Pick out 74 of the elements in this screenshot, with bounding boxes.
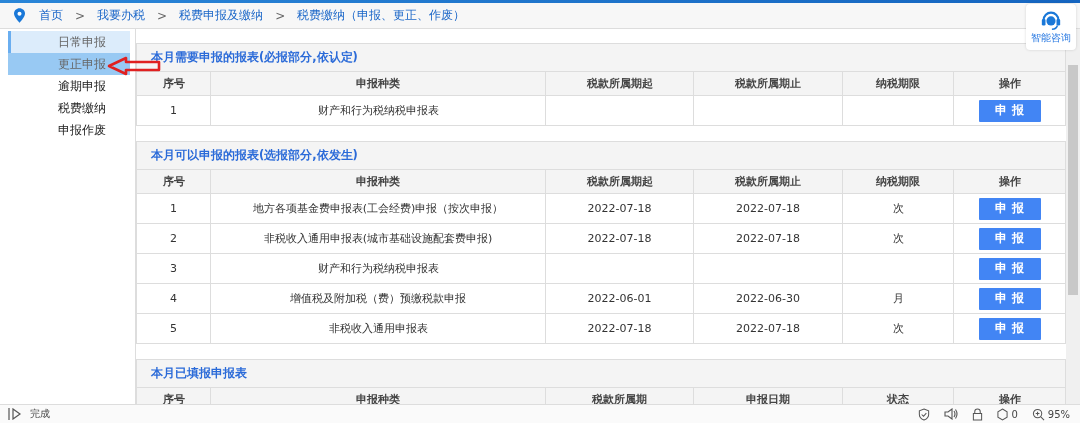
table-cell: 2022-07-18 — [587, 232, 652, 245]
declare-button[interactable]: 申 报 — [978, 287, 1041, 310]
table-cell: 增值税及附加税（费）预缴税款申报 — [290, 292, 466, 305]
column-header: 税款所属期起 — [545, 71, 694, 96]
sidebar-item[interactable]: 申报作废 — [8, 119, 130, 141]
table-cell: 非税收入通用申报表(城市基础设施配套费申报) — [263, 232, 493, 245]
breadcrumb-link[interactable]: 税费申报及缴纳 — [179, 7, 264, 24]
speaker-icon[interactable] — [944, 408, 959, 420]
breadcrumb-separator: > — [75, 8, 86, 23]
table-cell: 2022-07-18 — [736, 322, 800, 335]
declare-button[interactable]: 申 报 — [978, 257, 1041, 280]
counter-text: 0 — [1011, 408, 1018, 420]
column-header: 操作 — [953, 169, 1066, 194]
table-cell: 2022-07-18 — [736, 232, 800, 245]
table-cell: 月 — [892, 292, 904, 305]
column-header: 税款所属期止 — [693, 71, 843, 96]
zoom-level: 95% — [1047, 408, 1070, 420]
help-widget[interactable]: 智能咨询 — [1026, 4, 1076, 50]
declare-button[interactable]: 申 报 — [978, 227, 1041, 250]
play-icon[interactable] — [8, 408, 22, 420]
breadcrumb-link[interactable]: 我要办税 — [97, 7, 146, 24]
sidebar-item[interactable]: 日常申报 — [8, 31, 130, 53]
column-header: 纳税期限 — [842, 169, 954, 194]
column-header: 序号 — [136, 387, 211, 404]
badge-icon[interactable] — [997, 407, 1009, 421]
table-cell: 5 — [170, 322, 177, 335]
table-cell: 2022-06-01 — [587, 292, 652, 305]
column-header: 操作 — [953, 71, 1066, 96]
column-header: 税款所属期止 — [693, 169, 843, 194]
table-cell: 次 — [892, 232, 904, 245]
column-header: 申报种类 — [210, 387, 546, 404]
breadcrumb-separator: > — [275, 8, 286, 23]
status-text: 完成 — [30, 407, 50, 421]
section-title: 本月可以申报的报表(选报部分,依发生) — [136, 141, 1066, 169]
column-header: 序号 — [136, 71, 211, 96]
breadcrumb-link[interactable]: 税费缴纳（申报、更正、作废） — [297, 7, 466, 24]
table-cell: 2022-06-30 — [736, 292, 800, 305]
table-cell: 3 — [170, 262, 177, 275]
table-cell: 次 — [892, 202, 904, 215]
table-cell: 1 — [170, 202, 177, 215]
headset-icon — [1040, 9, 1062, 31]
sidebar-item[interactable]: 更正申报 — [8, 53, 130, 75]
column-header: 税款所属期起 — [545, 169, 694, 194]
column-header: 申报种类 — [210, 71, 546, 96]
table-cell: 财产和行为税纳税申报表 — [317, 262, 439, 275]
sidebar-item[interactable]: 逾期申报 — [8, 75, 130, 97]
section-title: 本月已填报申报表 — [136, 359, 1066, 387]
breadcrumb-link[interactable]: 首页 — [39, 7, 63, 24]
declare-button[interactable]: 申 报 — [978, 317, 1041, 340]
table-cell: 财产和行为税纳税申报表 — [317, 104, 439, 117]
shield-icon[interactable] — [918, 407, 931, 421]
sidebar-item[interactable]: 税费缴纳 — [8, 97, 130, 119]
location-pin-icon — [14, 8, 25, 23]
column-header: 税款所属期 — [545, 387, 694, 404]
table-cell: 4 — [170, 292, 177, 305]
column-header: 操作 — [953, 387, 1066, 404]
lock-icon[interactable] — [972, 407, 984, 421]
declare-button[interactable]: 申 报 — [978, 99, 1041, 122]
table-cell: 非税收入通用申报表 — [328, 322, 428, 335]
column-header: 申报种类 — [210, 169, 546, 194]
column-header: 纳税期限 — [842, 71, 954, 96]
table-cell: 2022-07-18 — [736, 202, 800, 215]
table-cell: 2022-07-18 — [587, 322, 652, 335]
declare-button[interactable]: 申 报 — [978, 197, 1041, 220]
table-cell: 1 — [170, 104, 177, 117]
table-cell: 次 — [892, 322, 904, 335]
column-header: 状态 — [842, 387, 954, 404]
table-cell: 地方各项基金费申报表(工会经费)申报（按次申报） — [252, 202, 504, 215]
column-header: 申报日期 — [693, 387, 843, 404]
table-cell: 2022-07-18 — [587, 202, 652, 215]
column-header: 序号 — [136, 169, 211, 194]
table-cell: 2 — [170, 232, 177, 245]
zoom-icon[interactable] — [1031, 407, 1045, 421]
breadcrumb-separator: > — [157, 8, 168, 23]
